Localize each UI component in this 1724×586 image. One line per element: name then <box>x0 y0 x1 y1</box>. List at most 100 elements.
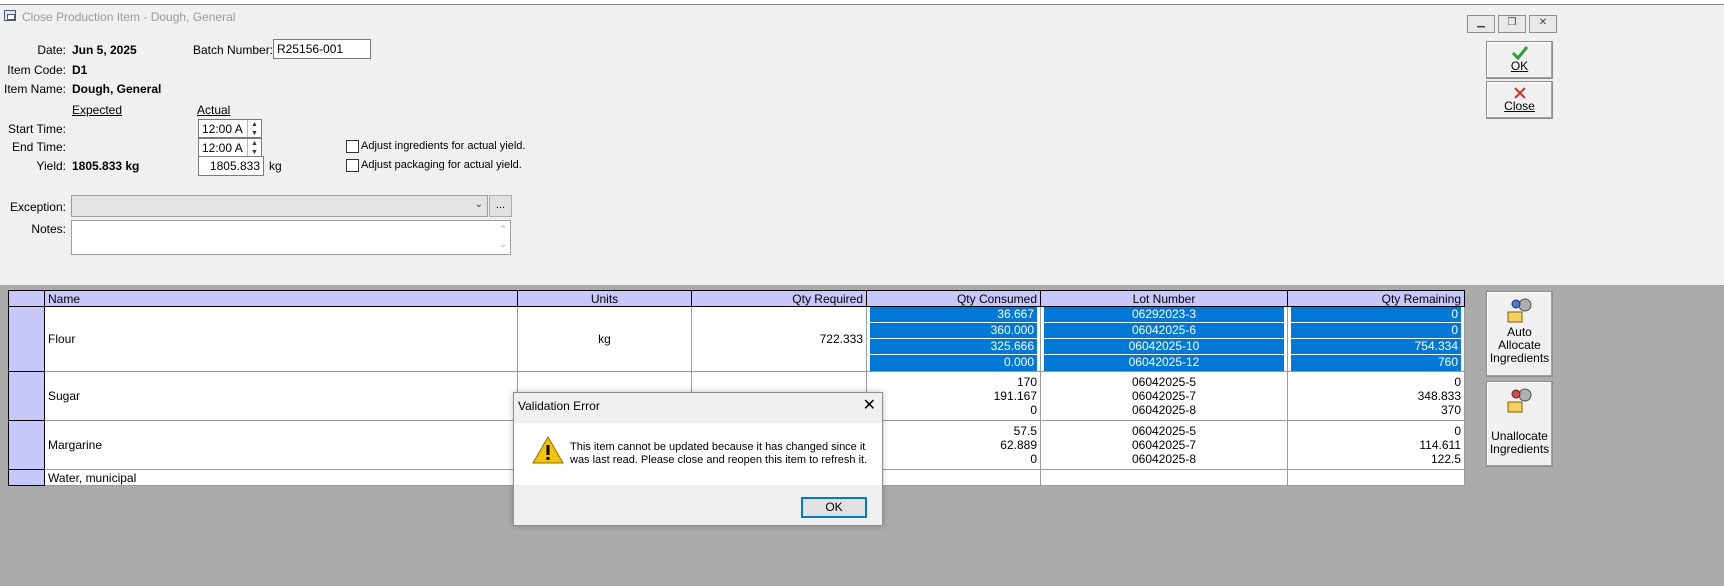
dialog-ok-button[interactable]: OK <box>801 497 867 518</box>
close-button-label: Close <box>1504 99 1535 113</box>
qty-remaining-cell[interactable]: 0 114.611 122.5 <box>1287 420 1465 470</box>
table-row[interactable]: Flour kg 722.333 36.667 360.000 325.666 … <box>8 306 1465 372</box>
yield-unit: kg <box>269 159 282 173</box>
qty-consumed-value: 360.000 <box>870 323 1037 339</box>
row-header[interactable] <box>8 371 45 421</box>
lot-number-cell[interactable]: 06042025-5 06042025-7 06042025-8 <box>1040 371 1288 421</box>
ingredient-name: Water, municipal <box>44 469 518 486</box>
check-icon <box>1511 46 1528 60</box>
exception-select[interactable]: ⌄ <box>71 195 488 217</box>
qty-consumed-value: 170 <box>1016 375 1037 389</box>
lot-number-value: 06042025-8 <box>1131 403 1197 417</box>
qty-remaining-value: 348.833 <box>1417 389 1461 403</box>
exception-browse-button[interactable]: ... <box>489 195 512 217</box>
ok-button[interactable]: OK <box>1486 41 1553 79</box>
adjust-packaging-label: Adjust packaging for actual yield. <box>361 159 522 171</box>
yield-actual-input[interactable]: 1805.833 <box>198 156 264 176</box>
yield-label: Yield: <box>36 159 66 173</box>
warning-icon <box>532 435 564 464</box>
qty-consumed-cell[interactable] <box>866 469 1041 486</box>
lot-number-value: 06292023-3 <box>1044 307 1284 323</box>
qty-consumed-cell[interactable]: 170 191.167 0 <box>866 371 1041 421</box>
lot-number-cell[interactable] <box>1040 469 1288 486</box>
adjust-ingredients-checkbox[interactable] <box>346 140 359 153</box>
item-name-value: Dough, General <box>72 82 162 96</box>
window-app-icon <box>4 10 16 21</box>
lot-number-value: 06042025-12 <box>1044 355 1284 371</box>
notes-scroll-up[interactable]: ⌃ <box>499 224 507 235</box>
qty-consumed-value: 0.000 <box>870 355 1037 371</box>
row-header[interactable] <box>8 420 45 470</box>
dialog-message-line2: was last read. Please close and reopen t… <box>570 454 868 466</box>
item-code-label: Item Code: <box>7 63 66 77</box>
close-button[interactable]: Close <box>1486 81 1553 119</box>
date-label: Date: <box>37 43 66 57</box>
restore-button[interactable]: ❐ <box>1498 15 1526 33</box>
auto-allocate-line3: Ingredients <box>1489 351 1550 365</box>
ingredient-name: Margarine <box>44 420 518 470</box>
qty-consumed-cell[interactable]: 36.667 360.000 325.666 0.000 <box>866 306 1041 372</box>
col-header-qty-consumed[interactable]: Qty Consumed <box>866 290 1041 307</box>
qty-remaining-value: 114.611 <box>1419 438 1461 452</box>
col-header-qty-required[interactable]: Qty Required <box>691 290 867 307</box>
date-value: Jun 5, 2025 <box>72 43 137 57</box>
expected-header: Expected <box>72 103 123 117</box>
adjust-ingredients-label: Adjust ingredients for actual yield. <box>361 140 526 152</box>
qty-remaining-cell[interactable] <box>1287 469 1465 486</box>
unallocate-button[interactable]: Unallocate Ingredients <box>1486 381 1553 467</box>
row-header[interactable] <box>8 306 45 372</box>
ingredient-qty-required: 722.333 <box>691 306 867 372</box>
batch-number-input[interactable]: R25156-001 <box>273 39 371 59</box>
adjust-packaging-checkbox[interactable] <box>346 159 359 172</box>
qty-consumed-value: 57.5 <box>1013 424 1037 438</box>
end-time-value: 12:00 A <box>202 141 243 155</box>
qty-consumed-value: 62.889 <box>1000 438 1037 452</box>
dialog-close-icon[interactable]: ✕ <box>863 395 876 415</box>
end-time-input[interactable]: 12:00 A ▲ ▼ <box>198 138 262 157</box>
ingredient-name: Sugar <box>44 371 518 421</box>
lot-number-value: 06042025-10 <box>1044 339 1284 355</box>
minimize-button[interactable]: ▁ <box>1467 15 1495 33</box>
col-header-qty-remaining[interactable]: Qty Remaining <box>1287 290 1465 307</box>
lot-number-value: 06042025-8 <box>1131 452 1197 466</box>
row-header[interactable] <box>8 469 45 486</box>
close-window-button[interactable]: ✕ <box>1529 15 1557 33</box>
start-time-value: 12:00 A <box>202 122 243 136</box>
qty-consumed-value: 0 <box>1030 452 1037 466</box>
qty-consumed-cell[interactable]: 57.5 62.889 0 <box>866 420 1041 470</box>
notes-scroll-down[interactable]: ⌄ <box>499 239 507 250</box>
validation-error-dialog: Validation Error ✕ This item cannot be u… <box>513 392 883 526</box>
actual-header: Actual <box>197 103 231 117</box>
qty-consumed-value: 0 <box>1030 403 1037 417</box>
end-time-spinner[interactable]: ▲ ▼ <box>247 139 261 156</box>
col-header-units[interactable]: Units <box>517 290 692 307</box>
notes-label: Notes: <box>31 222 66 236</box>
auto-allocate-button[interactable]: Auto Allocate Ingredients <box>1486 291 1553 377</box>
lot-number-value: 06042025-5 <box>1131 424 1197 438</box>
qty-remaining-cell[interactable]: 0 0 754.334 760 <box>1287 306 1465 372</box>
lot-number-value: 06042025-6 <box>1044 323 1284 339</box>
qty-remaining-value: 122.5 <box>1430 452 1461 466</box>
unallocate-line2: Ingredients <box>1489 442 1550 456</box>
lot-number-value: 06042025-7 <box>1131 389 1197 403</box>
grid-corner <box>8 290 45 307</box>
qty-consumed-value: 325.666 <box>870 339 1037 355</box>
col-header-lot-number[interactable]: Lot Number <box>1040 290 1288 307</box>
gears-unallocate-icon <box>1507 388 1531 413</box>
ingredient-name: Flour <box>44 306 518 372</box>
item-name-label: Item Name: <box>3 82 66 96</box>
start-time-input[interactable]: 12:00 A ▲ ▼ <box>198 119 262 138</box>
lot-number-cell[interactable]: 06292023-3 06042025-6 06042025-10 060420… <box>1040 306 1288 372</box>
lot-number-cell[interactable]: 06042025-5 06042025-7 06042025-8 <box>1040 420 1288 470</box>
qty-remaining-cell[interactable]: 0 348.833 370 <box>1287 371 1465 421</box>
qty-remaining-value: 0 <box>1454 375 1461 389</box>
ingredient-units: kg <box>517 306 692 372</box>
qty-remaining-value: 0 <box>1291 323 1461 339</box>
dialog-title: Validation Error <box>518 399 600 413</box>
start-time-spinner[interactable]: ▲ ▼ <box>247 120 261 137</box>
col-header-name[interactable]: Name <box>44 290 518 307</box>
notes-textarea[interactable]: ⌃ ⌄ <box>71 220 511 255</box>
exception-label: Exception: <box>9 200 66 214</box>
dialog-body: This item cannot be updated because it h… <box>514 423 882 485</box>
dropdown-arrow-icon: ⌄ <box>474 199 483 210</box>
